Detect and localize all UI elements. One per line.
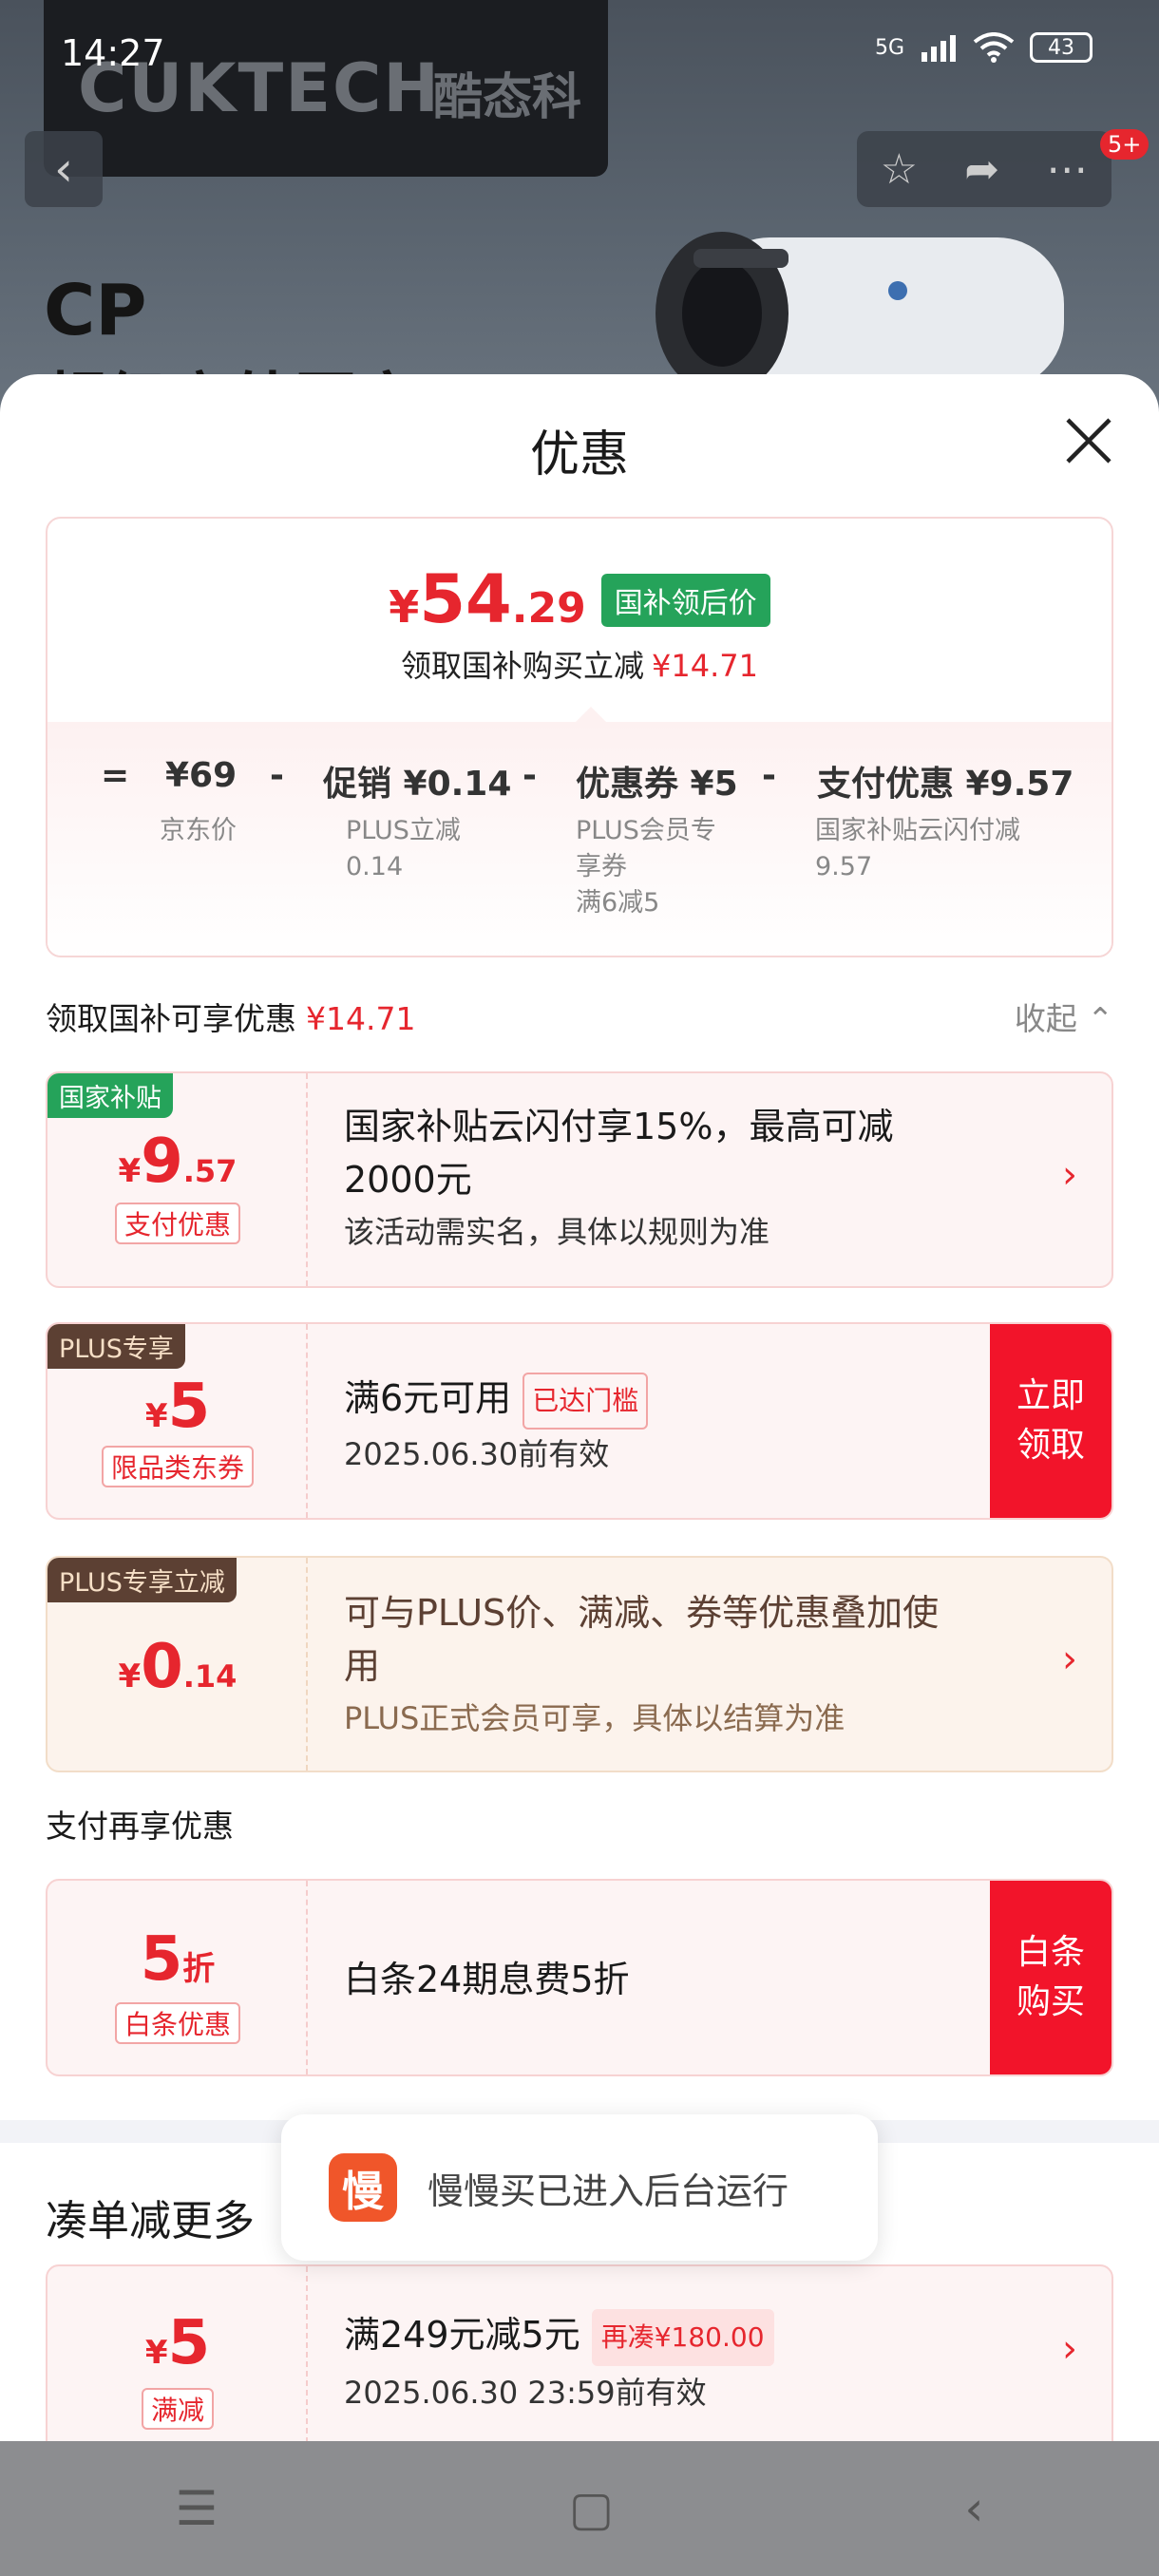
chevron-right-icon: › xyxy=(1062,2327,1077,2371)
coupon-subtitle: PLUS正式会员可享，具体以结算为准 xyxy=(344,1700,846,1736)
coupon-tag: PLUS专享立减 xyxy=(48,1558,237,1602)
coupon-tag: PLUS专享 xyxy=(48,1324,185,1369)
coupon-type: 支付优惠 xyxy=(48,1203,308,1244)
payment-section-header: 支付再享优惠 xyxy=(46,1808,234,1845)
coupon-value: 5折 xyxy=(140,1924,216,1995)
claim-coupon-button[interactable]: 立即 领取 xyxy=(990,1324,1112,1518)
coupon-title: 国家补贴云闪付享15%，最高可减 2000元 xyxy=(344,1106,894,1201)
coupon-title: 白条24期息费5折 xyxy=(344,1959,630,2000)
price-summary-card: ¥ 54 .29 国补领后价 领取国补购买立减 ¥14.71 = ¥69 - 促销… xyxy=(46,517,1113,957)
promo-sub: PLUS立减 0.14 xyxy=(346,816,461,881)
minus-sign: - xyxy=(762,756,776,795)
baitiao-buy-button[interactable]: 白条 购买 xyxy=(990,1881,1112,2074)
jd-price: ¥69 xyxy=(165,756,238,795)
signal-icon xyxy=(922,35,956,62)
chevron-up-icon: ⌃ xyxy=(1087,1000,1113,1037)
top-actions: ☆ ➦ ⋯ xyxy=(857,131,1112,207)
minus-sign: - xyxy=(522,756,537,795)
bundle-coupon[interactable]: ¥5 满减 满249元减5元 再凑¥180.00 2025.06.30 23:59… xyxy=(46,2264,1113,2441)
coupon-type: 限品类东券 xyxy=(48,1446,308,1487)
wifi-icon xyxy=(973,32,1015,63)
baitiao-coupon: 5折 白条优惠 白条24期息费5折 白条 购买 xyxy=(46,1879,1113,2076)
more-icon[interactable]: ⋯ xyxy=(1046,145,1088,194)
share-icon[interactable]: ➦ xyxy=(964,145,999,194)
price-breakdown: = ¥69 - 促销 ¥0.14 - 优惠券 ¥5 - 支付优惠 ¥9.57 xyxy=(48,756,1112,813)
sheet-title: 优惠 xyxy=(529,426,629,483)
jd-price-label: 京东价 xyxy=(160,816,237,845)
plus-discount-coupon[interactable]: PLUS专享立减 ¥0.14 可与PLUS价、满减、券等优惠叠加使 用 PLUS… xyxy=(46,1556,1113,1772)
coupon-title: 满249元减5元 再凑¥180.00 xyxy=(344,2308,774,2366)
screen: CUKTECH 酷态科 14:27 5G 43 ‹ ☆ ➦ ⋯ 5+ CP 超级… xyxy=(0,0,1159,2576)
product-image xyxy=(656,232,1064,389)
close-icon[interactable] xyxy=(1060,412,1117,469)
status-icons: 5G 43 xyxy=(875,32,1092,63)
summary-notch xyxy=(576,707,606,722)
price-note: 领取国补购买立减 ¥14.71 xyxy=(401,648,758,684)
plus-coupon: PLUS专享 ¥5 限品类东券 满6元可用 已达门槛 2025.06.30前有效 … xyxy=(46,1322,1113,1520)
system-nav-bar: ☰ ▢ ‹ xyxy=(0,2441,1159,2576)
message-badge: 5+ xyxy=(1100,129,1150,160)
chevron-right-icon: › xyxy=(1062,1153,1077,1197)
coupon-type: 白条优惠 xyxy=(48,2002,308,2044)
menu-icon[interactable]: ☰ xyxy=(176,2481,218,2536)
promo-amount: 促销 ¥0.14 xyxy=(323,765,512,804)
status-time: 14:27 xyxy=(61,32,165,74)
manmanmai-app-icon: 慢 xyxy=(329,2153,397,2222)
bundle-section-header: 凑单减更多 xyxy=(46,2197,255,2245)
chevron-right-icon: › xyxy=(1062,1638,1077,1681)
price-tag: 国补领后价 xyxy=(600,574,770,627)
coupon-type: 满减 xyxy=(48,2388,308,2430)
coupon-title: 满6元可用 已达门槛 xyxy=(344,1372,649,1430)
subsidy-coupon[interactable]: 国家补贴 ¥9.57 支付优惠 国家补贴云闪付享15%，最高可减 2000元 该… xyxy=(46,1071,1113,1288)
minus-sign: - xyxy=(270,756,284,795)
background-run-toast: 慢 慢慢买已进入后台运行 xyxy=(281,2114,878,2261)
collapse-toggle[interactable]: 收起 ⌃ xyxy=(1015,994,1113,1039)
payment-discount: 支付优惠 ¥9.57 xyxy=(817,765,1074,804)
favorite-star-icon[interactable]: ☆ xyxy=(881,145,918,194)
coupon-expiry: 2025.06.30 23:59前有效 xyxy=(344,2375,707,2411)
battery-icon: 43 xyxy=(1030,32,1092,63)
equals-sign: = xyxy=(101,756,130,795)
product-page-background: CUKTECH 酷态科 14:27 5G 43 ‹ ☆ ➦ ⋯ 5+ CP 超级… xyxy=(0,0,1159,439)
payment-sub: 国家补贴云闪付减 9.57 xyxy=(815,816,1020,881)
coupon-value: ¥9.57 xyxy=(118,1127,238,1197)
add-more-badge: 再凑¥180.00 xyxy=(591,2308,774,2366)
subsidy-section-header: 领取国补可享优惠 ¥14.71 xyxy=(46,1000,416,1037)
threshold-badge: 已达门槛 xyxy=(522,1372,649,1430)
coupon-subtitle: 该活动需实名，具体以规则为准 xyxy=(344,1214,770,1250)
coupon-value: ¥5 xyxy=(144,1372,211,1442)
network-label: 5G xyxy=(874,35,904,60)
coupon-tag: 国家补贴 xyxy=(48,1073,173,1118)
final-price: ¥ 54 .29 国补领后价 xyxy=(48,560,1112,638)
back-button[interactable]: ‹ xyxy=(25,131,103,207)
home-icon[interactable]: ▢ xyxy=(569,2481,614,2536)
coupon-amount: 优惠券 ¥5 xyxy=(576,765,738,804)
coupon-sub: PLUS会员专 享券 满6减5 xyxy=(576,816,716,918)
toast-message: 慢慢买已进入后台运行 xyxy=(428,2169,789,2212)
coupon-expiry: 2025.06.30前有效 xyxy=(344,1436,610,1472)
coupon-title: 可与PLUS价、满减、券等优惠叠加使 用 xyxy=(344,1592,940,1687)
back-nav-icon[interactable]: ‹ xyxy=(964,2481,983,2536)
coupon-value: ¥0.14 xyxy=(118,1632,238,1702)
product-title-line1: CP xyxy=(44,270,147,351)
coupon-value: ¥5 xyxy=(144,2308,211,2378)
brand-logo-cn: 酷态科 xyxy=(433,69,582,126)
